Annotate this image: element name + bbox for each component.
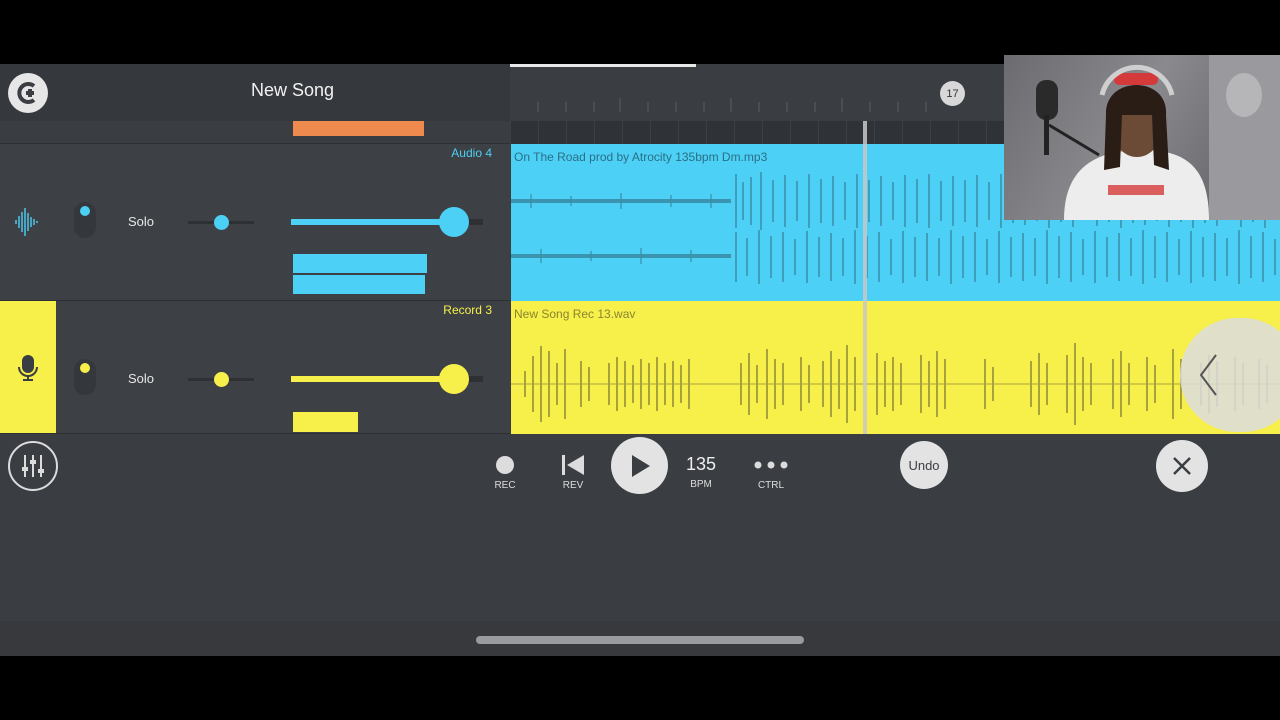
track-name[interactable]: Record 3	[443, 303, 492, 317]
pan-slider[interactable]	[188, 372, 254, 387]
playhead[interactable]	[863, 121, 867, 434]
person-video-image	[1036, 55, 1280, 220]
bar-marker[interactable]: 17	[940, 81, 965, 106]
mute-toggle-knob	[80, 363, 90, 373]
ctrl-button[interactable]: CTRL	[753, 454, 789, 491]
volume-slider[interactable]	[291, 364, 483, 394]
mixer-button[interactable]	[8, 441, 58, 491]
play-icon	[631, 454, 650, 477]
track-strip-partial	[0, 121, 510, 144]
undo-button[interactable]: Undo	[900, 441, 948, 489]
volume-slider[interactable]	[291, 207, 483, 237]
close-icon	[1173, 457, 1191, 475]
app-header: New Song	[0, 64, 510, 121]
mute-toggle[interactable]	[74, 359, 96, 395]
scroll-position-bar	[510, 64, 696, 67]
track-record-3[interactable]: Record 3 Solo	[0, 301, 510, 434]
song-title[interactable]: New Song	[170, 80, 415, 101]
pan-knob[interactable]	[214, 215, 229, 230]
volume-fill	[291, 219, 441, 225]
pan-slider[interactable]	[188, 215, 254, 230]
skip-back-icon	[562, 455, 584, 475]
ruler-ticks	[537, 98, 927, 112]
close-button[interactable]	[1156, 440, 1208, 492]
webcam-overlay	[1004, 55, 1280, 220]
solo-button[interactable]: Solo	[128, 214, 154, 229]
rec-label: REC	[494, 480, 516, 491]
home-indicator[interactable]	[476, 636, 804, 644]
bpm-button[interactable]: 135 BPM	[686, 454, 716, 490]
track-name[interactable]: Audio 4	[451, 146, 492, 160]
volume-knob[interactable]	[439, 364, 469, 394]
volume-knob[interactable]	[439, 207, 469, 237]
clip-waveform	[511, 343, 1280, 425]
rec-button[interactable]: REC	[494, 454, 516, 491]
fl-logo-icon[interactable]	[8, 73, 48, 113]
clip-thumbnail[interactable]	[293, 275, 425, 294]
chevron-left-icon	[1199, 354, 1217, 396]
clip-thumbnail[interactable]	[293, 412, 358, 432]
microphone-icon[interactable]	[0, 301, 56, 433]
waveform-icon[interactable]	[0, 144, 56, 300]
rev-label: REV	[562, 480, 584, 491]
recorded-clip[interactable]: New Song Rec 13.wav	[511, 301, 1280, 434]
pan-knob[interactable]	[214, 372, 229, 387]
play-button[interactable]	[611, 437, 668, 494]
transport-bar: REC REV 135 BPM CTRL Undo	[0, 434, 1280, 496]
record-icon	[496, 456, 514, 474]
more-dots-icon	[754, 461, 788, 469]
track-audio-4[interactable]: Audio 4 Solo	[0, 144, 510, 301]
solo-button[interactable]: Solo	[128, 371, 154, 386]
bpm-label: BPM	[690, 479, 712, 490]
mixer-icon	[22, 455, 44, 477]
clip-thumbnail-orange[interactable]	[293, 121, 424, 136]
rev-button[interactable]: REV	[560, 454, 586, 491]
bpm-value: 135	[686, 454, 717, 474]
ctrl-label: CTRL	[757, 480, 785, 491]
mute-toggle-knob	[80, 206, 90, 216]
mute-toggle[interactable]	[74, 202, 96, 238]
clip-thumbnail[interactable]	[293, 254, 427, 273]
volume-fill	[291, 376, 441, 382]
